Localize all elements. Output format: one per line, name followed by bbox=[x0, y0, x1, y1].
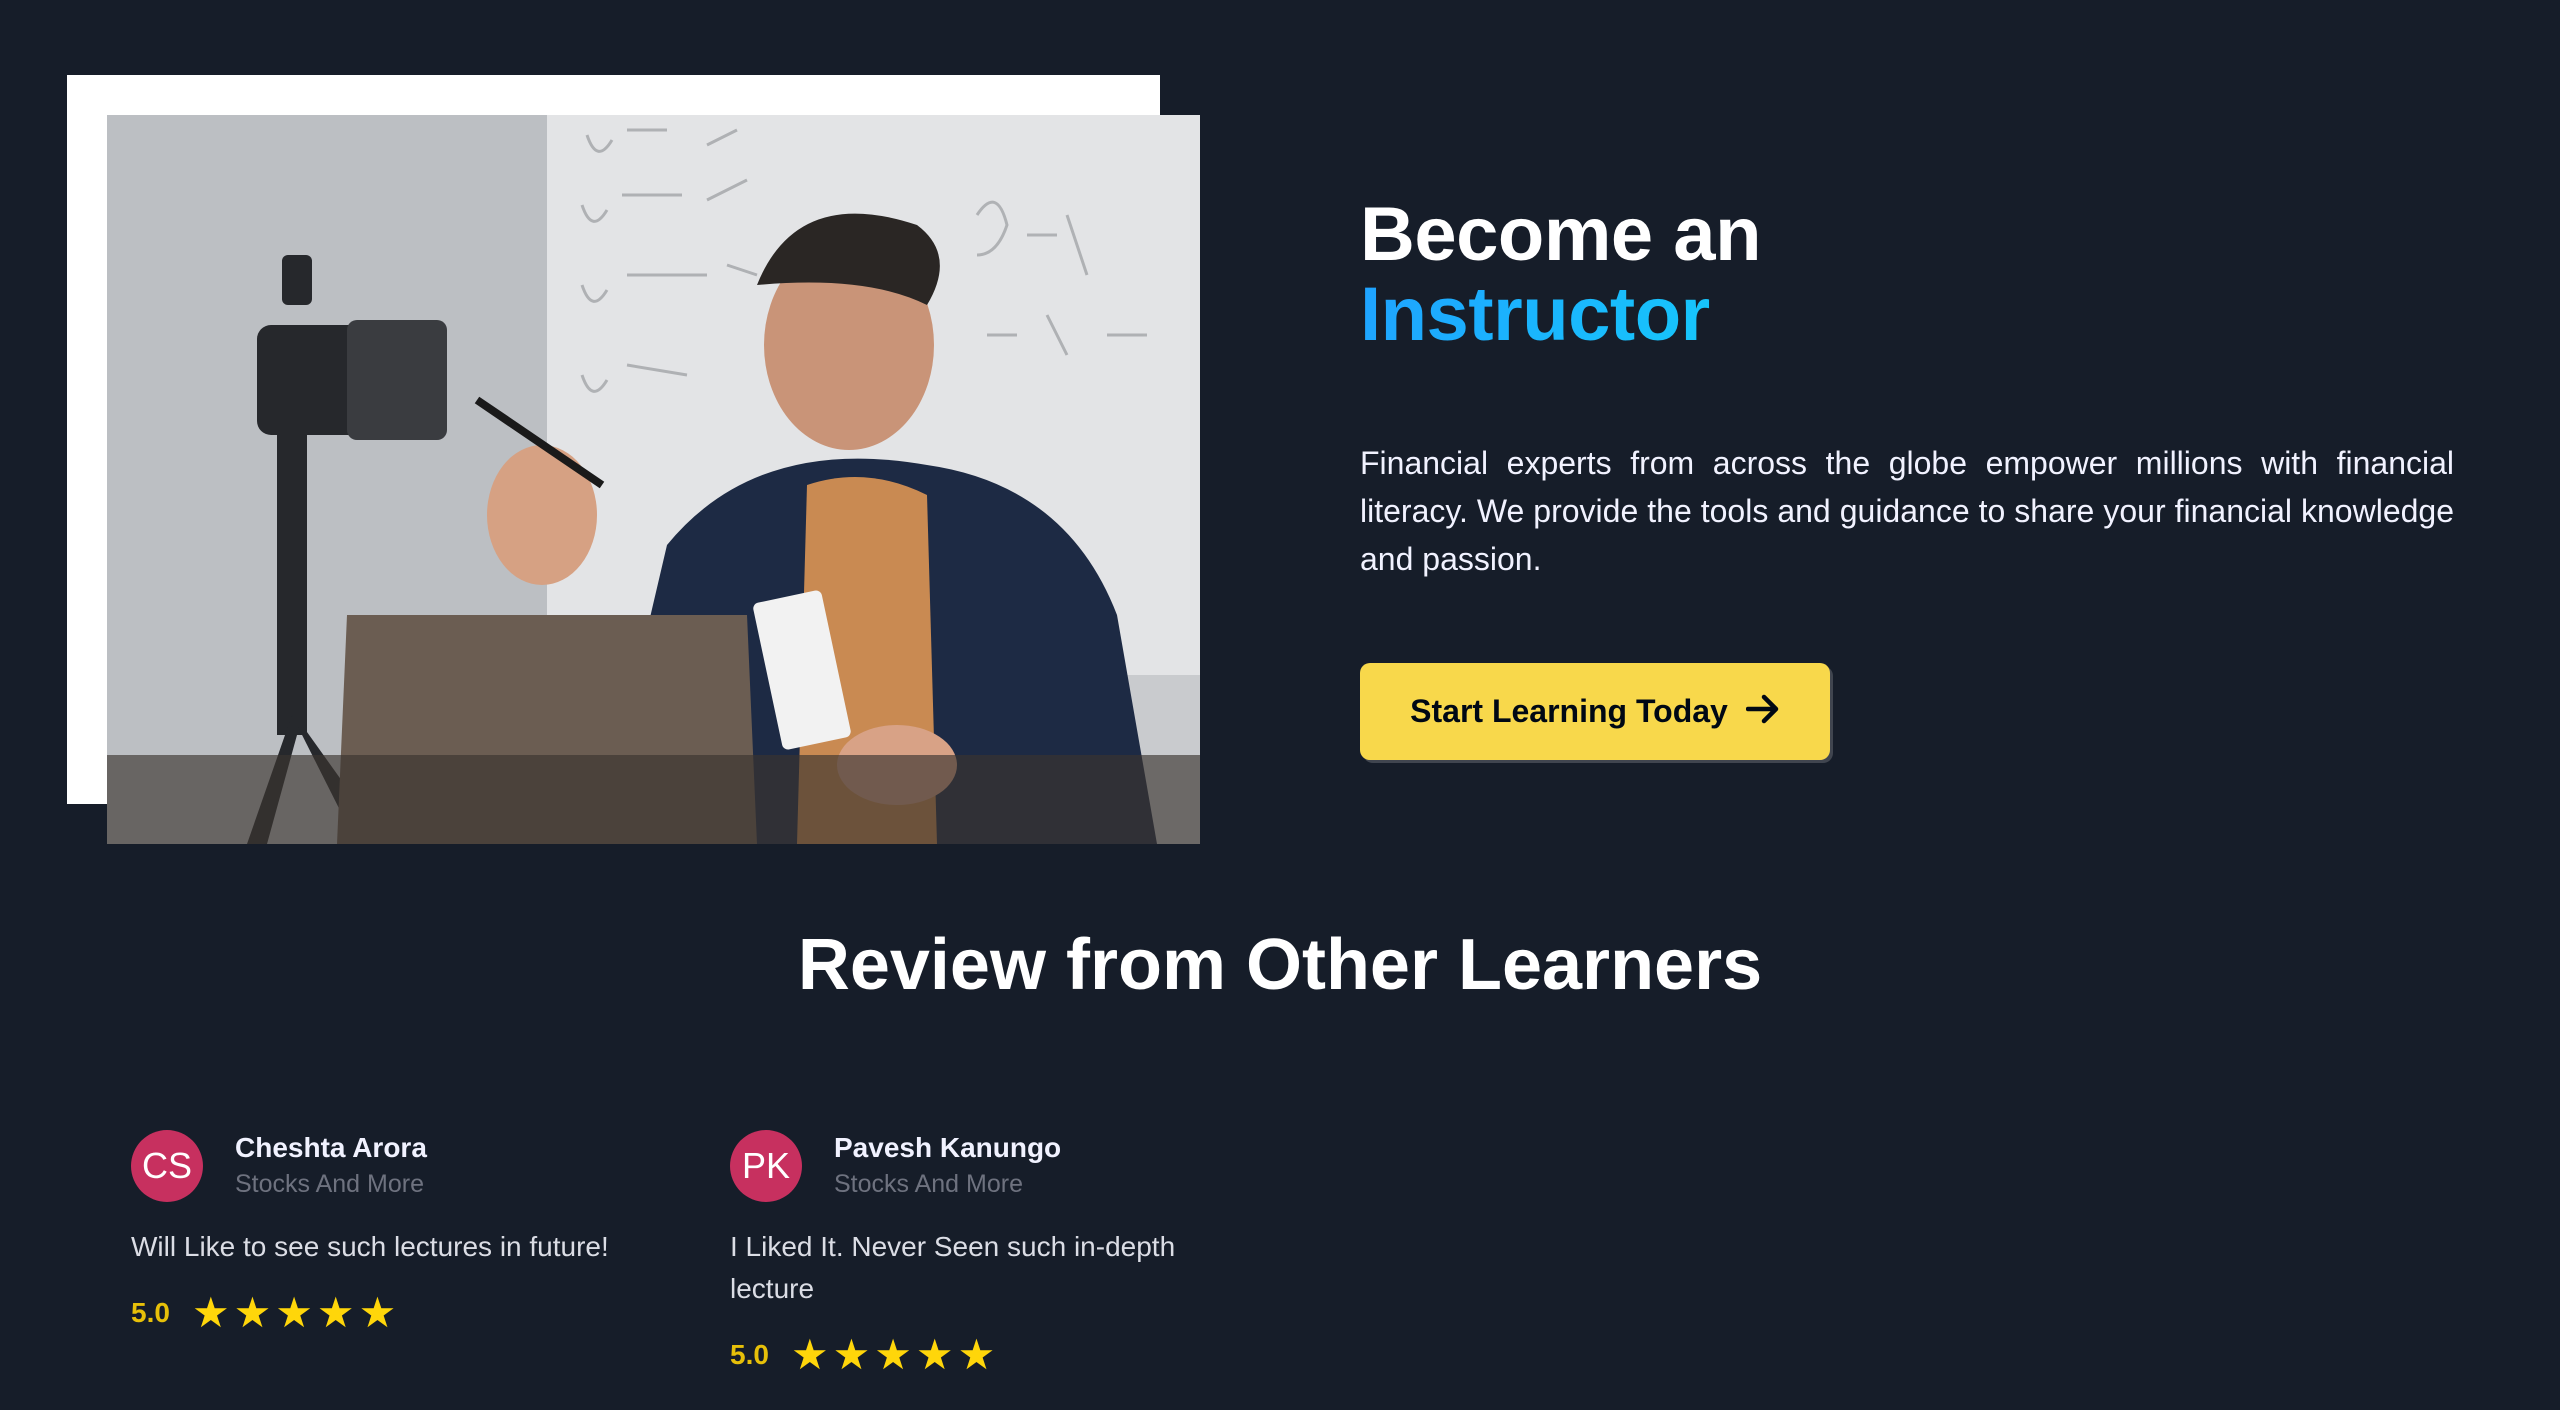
reviewer-name: Cheshta Arora bbox=[235, 1132, 427, 1163]
avatar: CS bbox=[131, 1130, 203, 1202]
review-text: Will Like to see such lectures in future… bbox=[131, 1231, 609, 1262]
hero-title-line1: Become an bbox=[1360, 192, 1762, 277]
star-icon: ★ bbox=[275, 1289, 313, 1336]
start-learning-button[interactable]: Start Learning Today bbox=[1360, 663, 1830, 760]
instructor-illustration bbox=[107, 115, 1200, 844]
hero-description: Financial experts from across the globe … bbox=[1360, 445, 2454, 577]
star-icon: ★ bbox=[874, 1331, 912, 1378]
reviews-title: Review from Other Learners bbox=[797, 925, 1763, 1005]
hero-text-block: Become an Instructor Financial experts f… bbox=[1360, 195, 2454, 583]
page: Become an Instructor Financial experts f… bbox=[0, 0, 2560, 1410]
arrow-right-icon bbox=[1745, 693, 1780, 731]
star-icon: ★ bbox=[915, 1331, 954, 1378]
star-icon: ★ bbox=[233, 1289, 272, 1336]
hero-title: Become an Instructor bbox=[1360, 195, 2454, 355]
star-icon: ★ bbox=[957, 1331, 996, 1378]
reviewer-info: PK Pavesh Kanungo Stocks And More bbox=[730, 1130, 1250, 1202]
star-icon: ★ bbox=[790, 1331, 829, 1378]
review-text: I Liked It. Never Seen such in-depth lec… bbox=[730, 1231, 1176, 1304]
reviewer-info: CS Cheshta Arora Stocks And More bbox=[131, 1130, 651, 1202]
rating-score: 5.0 bbox=[730, 1339, 769, 1370]
reviewer-course: Stocks And More bbox=[834, 1170, 1023, 1198]
instructor-photo bbox=[107, 115, 1200, 844]
start-learning-label: Start Learning Today bbox=[1410, 693, 1728, 729]
star-icon: ★ bbox=[832, 1331, 871, 1378]
review-rating: 5.0 ★ ★ ★ ★ ★ bbox=[730, 1334, 1250, 1376]
review-rating: 5.0 ★ ★ ★ ★ ★ bbox=[131, 1292, 651, 1334]
rating-stars: ★ ★ ★ ★ ★ bbox=[791, 1334, 995, 1376]
rating-stars: ★ ★ ★ ★ ★ bbox=[192, 1292, 396, 1334]
avatar: PK bbox=[730, 1130, 802, 1202]
reviewer-name: Pavesh Kanungo bbox=[834, 1132, 1062, 1163]
star-icon: ★ bbox=[358, 1289, 397, 1336]
hero-title-highlight: Instructor bbox=[1360, 275, 2454, 355]
review-card: CS Cheshta Arora Stocks And More Will Li… bbox=[131, 1130, 651, 1334]
reviewer-course: Stocks And More bbox=[235, 1170, 424, 1198]
review-card: PK Pavesh Kanungo Stocks And More I Like… bbox=[730, 1130, 1250, 1376]
star-icon: ★ bbox=[316, 1289, 355, 1336]
star-icon: ★ bbox=[191, 1289, 230, 1336]
rating-score: 5.0 bbox=[131, 1297, 170, 1328]
